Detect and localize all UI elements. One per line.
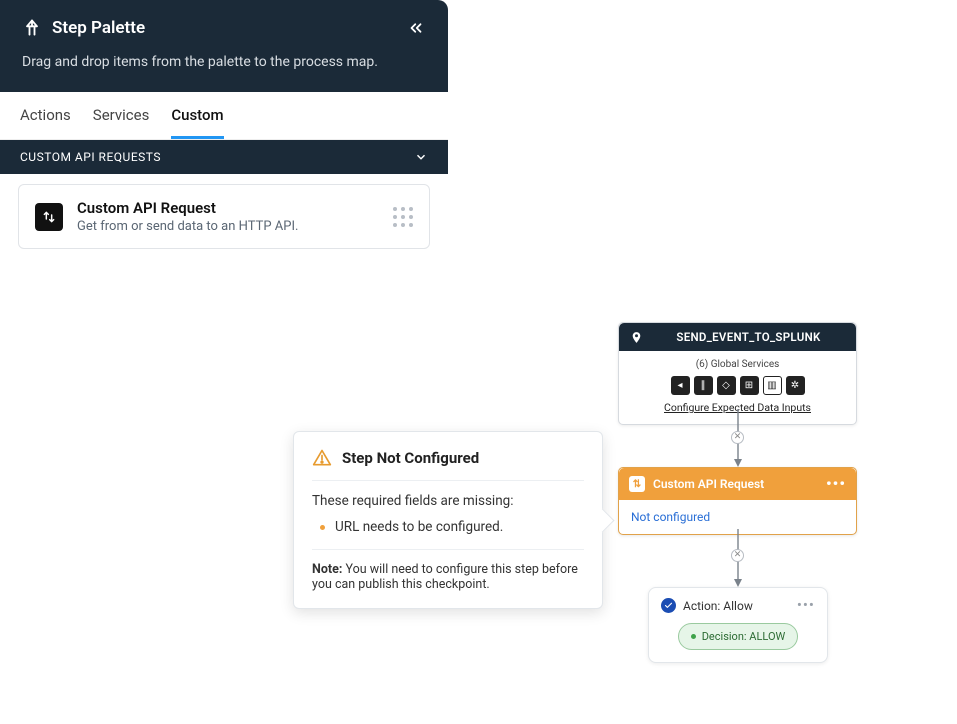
step-palette-sidebar: Step Palette Drag and drop items from th… (0, 0, 448, 724)
status-dot-icon (691, 634, 696, 639)
node-menu-button[interactable]: ••• (826, 476, 846, 492)
decision-pill: Decision: ALLOW (678, 623, 799, 650)
provider-icon: ✲ (786, 376, 805, 395)
step-not-configured-callout: Step Not Configured These required field… (293, 431, 603, 609)
palette-card-list: Custom API Request Get from or send data… (0, 174, 448, 259)
configure-expected-data-inputs-link[interactable]: Configure Expected Data Inputs (664, 401, 811, 414)
node-menu-button[interactable]: ••• (797, 598, 815, 613)
palette-icon (22, 18, 42, 38)
location-pin-icon (629, 330, 643, 344)
provider-icon-row: ◂ ∥ ◇ ⊞ ▥ ✲ (671, 376, 805, 395)
warning-triangle-icon (312, 448, 332, 468)
tab-actions[interactable]: Actions (20, 92, 71, 139)
tab-services[interactable]: Services (93, 92, 150, 139)
sidebar-header: Step Palette Drag and drop items from th… (0, 0, 448, 92)
callout-note: Note: You will need to configure this st… (312, 549, 584, 592)
api-swap-icon (35, 203, 63, 231)
collapse-sidebar-button[interactable] (406, 18, 426, 38)
node-send-event-to-splunk[interactable]: SEND_EVENT_TO_SPLUNK (6) Global Services… (618, 322, 857, 425)
tab-custom[interactable]: Custom (171, 92, 223, 139)
card-title: Custom API Request (77, 199, 379, 217)
sidebar-title: Step Palette (52, 18, 396, 38)
provider-icon: ◇ (717, 376, 736, 395)
providers-count: (6) Global Services (696, 359, 780, 370)
palette-tabs: Actions Services Custom (0, 92, 448, 140)
category-custom-api-requests[interactable]: CUSTOM API REQUESTS (0, 140, 448, 174)
decision-label: Decision: ALLOW (702, 630, 786, 643)
provider-icon: ◂ (671, 376, 690, 395)
provider-icon: ∥ (694, 376, 713, 395)
api-node-status[interactable]: Not configured (619, 500, 856, 534)
api-node-icon: ⇅ (629, 476, 645, 492)
drag-handle-icon[interactable] (393, 207, 413, 227)
edge-add-button[interactable]: ✕ (731, 431, 744, 444)
chevron-down-icon (414, 150, 428, 164)
provider-icon: ⊞ (740, 376, 759, 395)
allow-node-title: Action: Allow (683, 599, 790, 613)
callout-message: These required fields are missing: (312, 493, 584, 509)
node-custom-api-request[interactable]: ⇅ Custom API Request ••• Not configured (618, 467, 857, 535)
sidebar-subtitle: Drag and drop items from the palette to … (22, 54, 426, 70)
node-action-allow[interactable]: Action: Allow ••• Decision: ALLOW (648, 587, 828, 663)
edge-add-button[interactable]: ✕ (731, 549, 744, 562)
palette-card-custom-api-request[interactable]: Custom API Request Get from or send data… (18, 184, 430, 249)
provider-icon: ▥ (763, 376, 782, 395)
callout-missing-item: URL needs to be configured. (320, 519, 584, 535)
api-node-title: Custom API Request (653, 477, 818, 491)
card-desc: Get from or send data to an HTTP API. (77, 219, 379, 234)
process-map-canvas[interactable]: SEND_EVENT_TO_SPLUNK (6) Global Services… (448, 0, 957, 724)
check-circle-icon (661, 598, 676, 613)
start-node-title: SEND_EVENT_TO_SPLUNK (651, 330, 846, 344)
callout-title: Step Not Configured (342, 449, 479, 467)
category-label: CUSTOM API REQUESTS (20, 150, 161, 164)
